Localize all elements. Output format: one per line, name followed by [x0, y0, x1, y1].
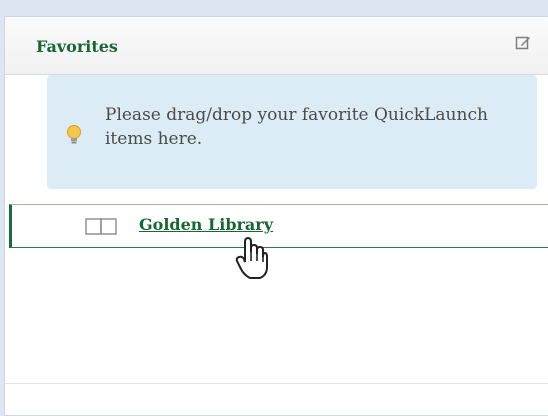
favorites-header: Favorites — [5, 17, 548, 75]
favorite-link-label[interactable]: Golden Library — [139, 215, 273, 234]
drag-drop-hint: Please drag/drop your favorite QuickLaun… — [47, 75, 537, 189]
edit-icon[interactable] — [515, 35, 531, 51]
hint-text: Please drag/drop your favorite QuickLaun… — [105, 105, 488, 149]
lightbulb-icon — [65, 123, 83, 149]
favorite-item-golden-library[interactable]: Golden Library — [9, 204, 548, 248]
panel-divider — [5, 383, 548, 384]
book-icon — [85, 218, 119, 236]
favorites-title: Favorites — [36, 37, 118, 56]
